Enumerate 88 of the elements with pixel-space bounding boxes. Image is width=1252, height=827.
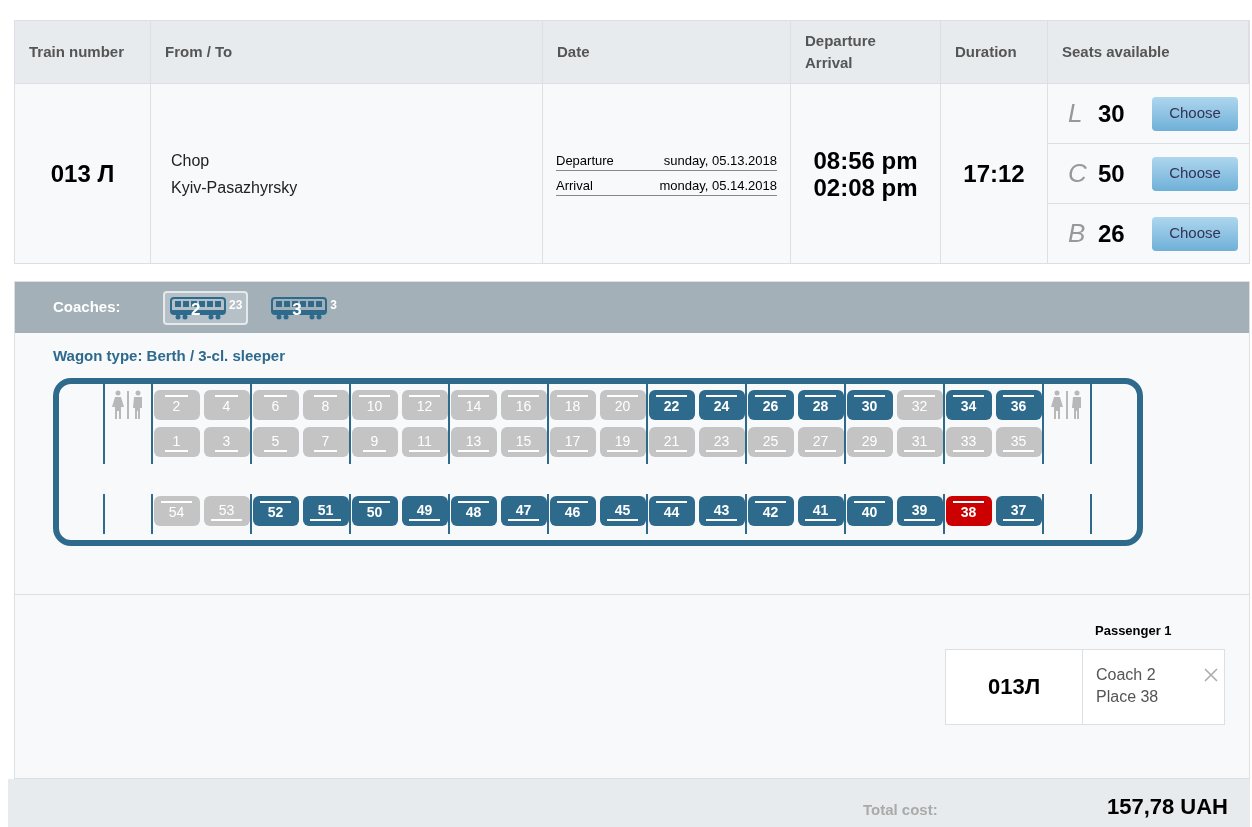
seat-button[interactable]: 2 (153, 389, 200, 420)
seat-class: L (1068, 97, 1084, 130)
seat-button[interactable]: 12 (401, 389, 448, 420)
seat-button[interactable]: 7 (302, 426, 349, 457)
seat-button[interactable]: 28 (797, 389, 844, 420)
seat-button[interactable]: 6 (252, 389, 299, 420)
seat-button[interactable]: 54 (153, 495, 200, 526)
seat-button[interactable]: 13 (450, 426, 497, 457)
coaches-label: Coaches: (53, 297, 122, 318)
seat-button[interactable]: 9 (351, 426, 398, 457)
seat-button[interactable]: 36 (995, 389, 1042, 420)
origin-station: Chop (171, 150, 211, 171)
seat-button[interactable]: 17 (549, 426, 596, 457)
seat-button[interactable]: 40 (846, 495, 893, 526)
date-label: Arrival (556, 176, 593, 195)
seat-button[interactable]: 10 (351, 389, 398, 420)
seat-button[interactable]: 27 (797, 426, 844, 457)
seat-button[interactable]: 44 (648, 495, 695, 526)
choose-button[interactable]: Choose (1152, 96, 1238, 131)
total-cost-label: Total cost: (862, 798, 1023, 827)
seat-button[interactable]: 32 (896, 389, 943, 420)
total-cost: 157,78 UAH (1106, 793, 1228, 821)
seat-count: 26 (1098, 218, 1126, 249)
toilet-icon (111, 389, 145, 420)
seat-button[interactable]: 26 (747, 389, 794, 420)
seat-button[interactable]: 50 (351, 495, 398, 526)
departure-time: 08:56 pm (813, 146, 918, 174)
seat-button[interactable]: 47 (500, 495, 547, 526)
seat-button[interactable]: 4 (203, 389, 250, 420)
seat-button[interactable]: 20 (599, 389, 646, 420)
wagon-type: Wagon type: Berth / 3-cl. sleeper (53, 346, 286, 366)
train-car-icon (270, 295, 329, 322)
seat-count: 50 (1098, 158, 1126, 189)
train-number: 013 Л (50, 158, 115, 189)
date-value: sunday, 05.13.2018 (663, 151, 777, 170)
seat-button[interactable]: 14 (450, 389, 497, 420)
seat-button[interactable]: 41 (797, 495, 844, 526)
seat-button[interactable]: 1 (153, 426, 200, 457)
seat-button[interactable]: 37 (995, 495, 1042, 526)
arrival-time: 02:08 pm (813, 173, 918, 201)
toilet-icon (1050, 389, 1084, 420)
train-car-icon (169, 295, 227, 322)
seat-button[interactable]: 48 (450, 495, 497, 526)
seat-class: B (1068, 217, 1087, 250)
seat-button[interactable]: 51 (302, 495, 349, 526)
passenger-title: Passenger 1 (1095, 622, 1173, 640)
seat-button[interactable]: 45 (599, 495, 646, 526)
seat-button[interactable]: 34 (945, 389, 992, 420)
seat-button[interactable]: 42 (747, 495, 794, 526)
seat-button[interactable]: 39 (896, 495, 943, 526)
seat-button[interactable]: 43 (698, 495, 745, 526)
seat-button[interactable]: 18 (549, 389, 596, 420)
coach-info: Coach 2 (1096, 664, 1157, 685)
seat-button[interactable]: 30 (846, 389, 893, 420)
seat-button[interactable]: 15 (500, 426, 547, 457)
close-icon[interactable] (1204, 667, 1218, 682)
seat-button[interactable]: 35 (995, 426, 1042, 457)
seat-button[interactable]: 53 (203, 495, 250, 526)
date-value: monday, 05.14.2018 (659, 176, 777, 195)
seat-button[interactable]: 19 (599, 426, 646, 457)
choose-button[interactable]: Choose (1152, 156, 1238, 191)
seat-button[interactable]: 11 (401, 426, 448, 457)
seat-button[interactable]: 8 (302, 389, 349, 420)
seat-button[interactable]: 29 (846, 426, 893, 457)
seat-button[interactable]: 5 (252, 426, 299, 457)
seat-class: C (1068, 157, 1088, 190)
seat-button[interactable]: 31 (896, 426, 943, 457)
seat-button[interactable]: 24 (698, 389, 745, 420)
seat-button[interactable]: 22 (648, 389, 695, 420)
seat-button[interactable]: 25 (747, 426, 794, 457)
seat-button[interactable]: 52 (252, 495, 299, 526)
free-seat-count: 23 (229, 296, 243, 314)
ticket-train-number: 013Л (987, 673, 1041, 701)
seat-button[interactable]: 16 (500, 389, 547, 420)
free-seat-count: 3 (330, 296, 338, 314)
seat-button[interactable]: 49 (401, 495, 448, 526)
seat-button[interactable]: 23 (698, 426, 745, 457)
destination-station: Kyiv-Pasazhyrsky (171, 177, 299, 198)
duration: 17:12 (963, 158, 1025, 189)
seat-button[interactable]: 3 (203, 426, 250, 457)
choose-button[interactable]: Choose (1152, 216, 1238, 251)
seat-button[interactable]: 33 (945, 426, 992, 457)
seat-button[interactable]: 46 (549, 495, 596, 526)
seat-count: 30 (1098, 98, 1126, 129)
seat-button[interactable]: 38 (945, 495, 992, 526)
place-info: Place 38 (1096, 686, 1159, 707)
date-label: Departure (556, 151, 614, 170)
seat-button[interactable]: 21 (648, 426, 695, 457)
